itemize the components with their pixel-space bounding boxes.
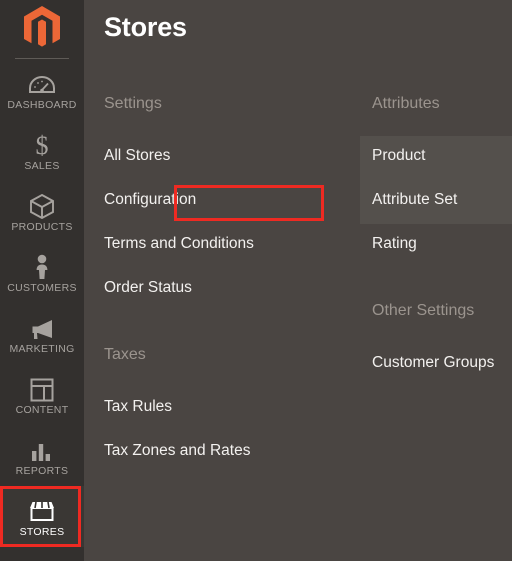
sidebar-item-label: CONTENT [15, 403, 69, 416]
menu-columns: Settings All Stores Configuration Terms … [84, 82, 512, 561]
menu-link-tax-rules[interactable]: Tax Rules [104, 398, 359, 416]
menu-link-rating[interactable]: Rating [372, 235, 512, 253]
bar-chart-icon [27, 435, 57, 463]
sidebar-item-stores[interactable]: STORES [0, 486, 84, 547]
gauge-icon [27, 69, 57, 97]
menu-column-left: Settings All Stores Configuration Terms … [104, 82, 359, 460]
magento-admin-menu-screen: DASHBOARD $ SALES PRODUCTS CUSTOMERS MAR… [0, 0, 512, 561]
storefront-icon [27, 496, 57, 524]
sidebar-item-label: MARKETING [9, 342, 75, 355]
sidebar-item-label: SALES [24, 159, 60, 172]
menu-group-attributes: Attributes Product Attribute Set Rating [372, 94, 512, 253]
sidebar-item-label: REPORTS [15, 464, 69, 477]
menu-group-settings: Settings All Stores Configuration Terms … [104, 94, 359, 297]
admin-sidebar: DASHBOARD $ SALES PRODUCTS CUSTOMERS MAR… [0, 0, 84, 561]
dollar-icon: $ [27, 130, 57, 158]
menu-link-terms-and-conditions[interactable]: Terms and Conditions [104, 235, 359, 253]
menu-link-all-stores[interactable]: All Stores [104, 147, 359, 165]
layout-icon [27, 374, 57, 402]
menu-link-tax-zones-and-rates[interactable]: Tax Zones and Rates [104, 442, 359, 460]
menu-group-taxes: Taxes Tax Rules Tax Zones and Rates [104, 345, 359, 460]
group-heading-other-settings: Other Settings [372, 302, 475, 319]
sidebar-item-label: CUSTOMERS [7, 281, 77, 294]
sidebar-item-content[interactable]: CONTENT [0, 364, 84, 425]
menu-link-customer-groups[interactable]: Customer Groups [372, 354, 512, 372]
sidebar-item-customers[interactable]: CUSTOMERS [0, 242, 84, 303]
menu-link-configuration[interactable]: Configuration [104, 191, 359, 209]
sidebar-item-products[interactable]: PRODUCTS [0, 181, 84, 242]
sidebar-item-marketing[interactable]: MARKETING [0, 303, 84, 364]
menu-link-attribute-set[interactable]: Attribute Set [372, 191, 512, 209]
menu-link-product[interactable]: Product [372, 147, 512, 165]
svg-text:$: $ [36, 132, 49, 158]
group-heading-attributes: Attributes [372, 95, 440, 112]
stores-menu-panel: Stores Settings All Stores Configuration… [84, 0, 512, 561]
person-icon [27, 252, 57, 280]
group-heading-settings: Settings [104, 95, 162, 112]
sidebar-item-label: STORES [19, 525, 65, 538]
magento-logo[interactable] [0, 0, 84, 56]
sidebar-item-label: PRODUCTS [11, 220, 73, 233]
sidebar-item-sales[interactable]: $ SALES [0, 120, 84, 181]
menu-link-order-status[interactable]: Order Status [104, 279, 359, 297]
menu-group-other-settings: Other Settings Customer Groups [372, 301, 512, 372]
box-icon [27, 191, 57, 219]
group-heading-taxes: Taxes [104, 346, 146, 363]
magento-logo-icon [24, 6, 60, 47]
megaphone-icon [27, 313, 57, 341]
sidebar-item-dashboard[interactable]: DASHBOARD [0, 59, 84, 120]
page-title: Stores [104, 12, 187, 42]
menu-column-right: Attributes Product Attribute Set Rating … [372, 82, 512, 372]
sidebar-item-reports[interactable]: REPORTS [0, 425, 84, 486]
sidebar-item-label: DASHBOARD [7, 98, 77, 111]
